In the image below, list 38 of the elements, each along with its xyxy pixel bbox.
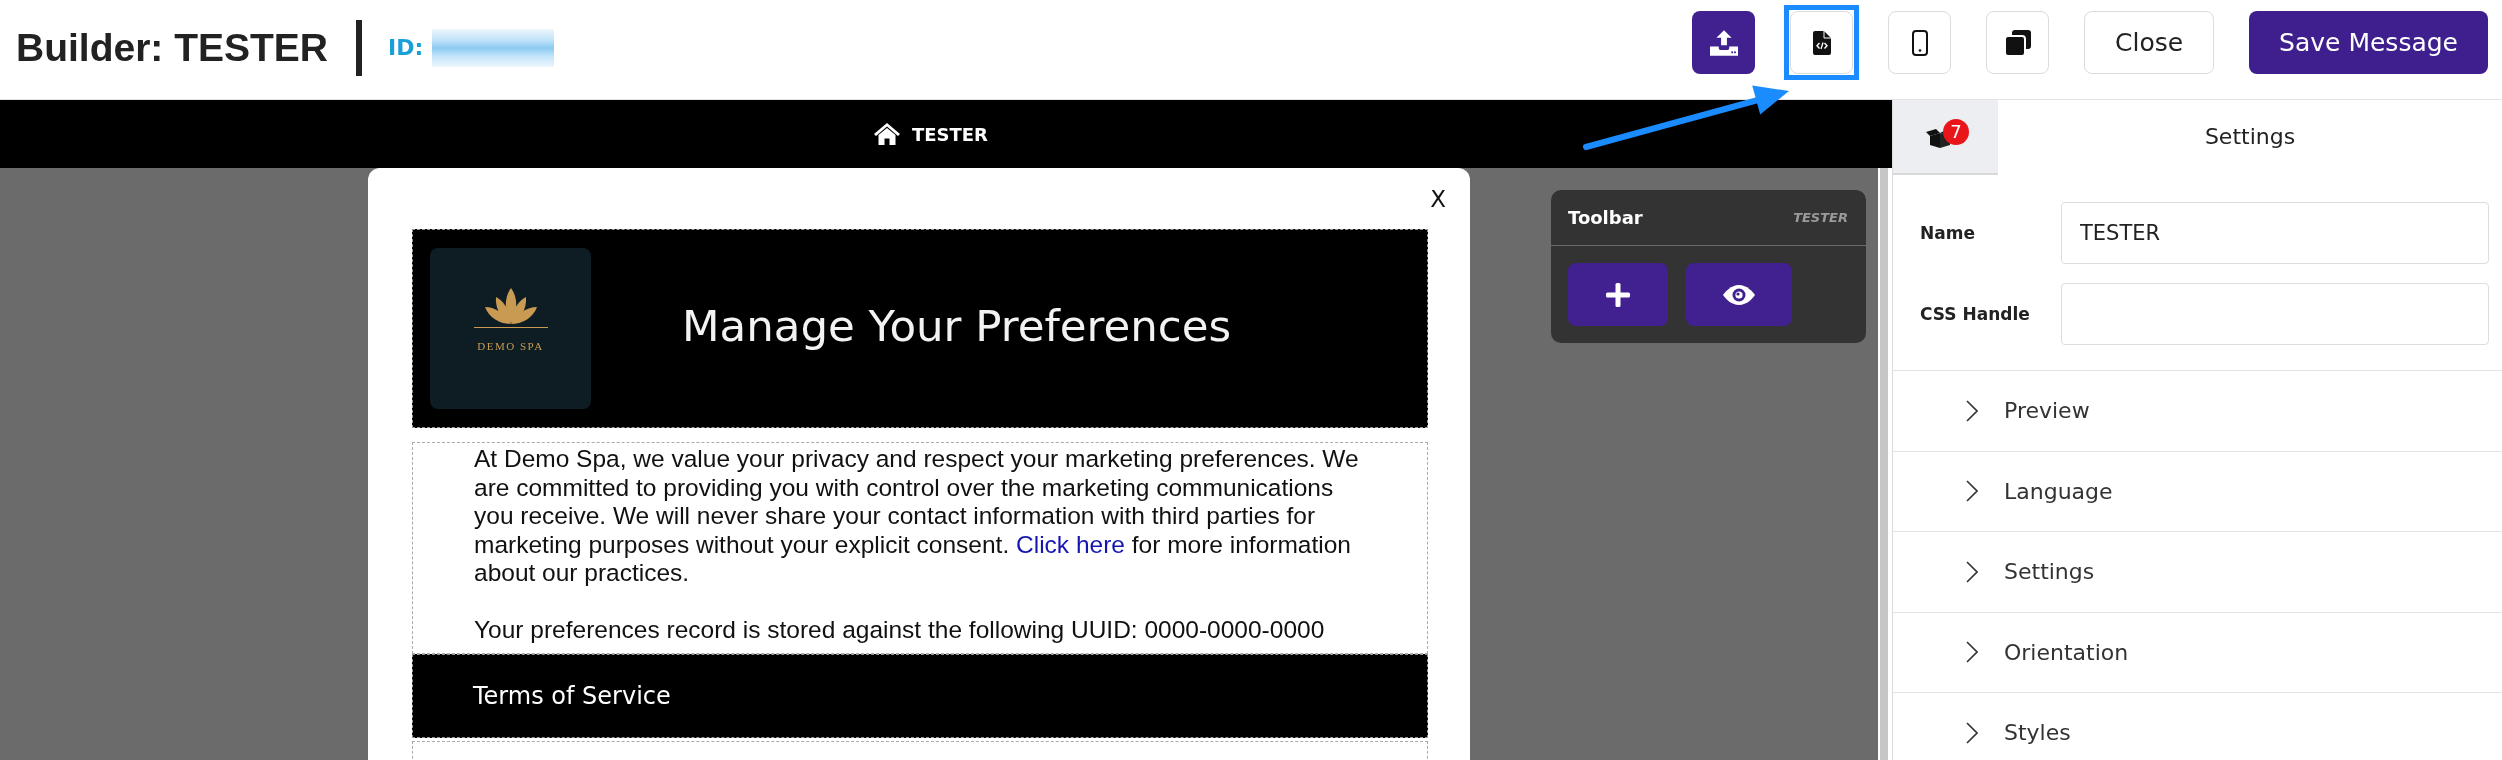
accordion-header[interactable]: Settings — [1893, 532, 2502, 613]
page-title: Builder: TESTER — [16, 25, 329, 70]
components-tab[interactable]: 7 — [1893, 100, 1998, 175]
close-button[interactable]: X — [1428, 185, 1448, 212]
home-icon — [874, 123, 900, 145]
upload-button[interactable] — [1692, 11, 1755, 74]
code-file-icon — [1812, 30, 1831, 55]
id-label: ID: — [388, 35, 424, 60]
save-button[interactable]: Save Message — [2249, 11, 2488, 74]
accordion-header[interactable]: Orientation — [1893, 612, 2502, 693]
code-file-button[interactable] — [1790, 11, 1853, 74]
logo-text: DEMO SPA — [477, 340, 544, 352]
eye-icon — [1723, 284, 1755, 305]
banner-title: Manage Your Preferences — [682, 300, 1232, 351]
phone-button[interactable] — [1888, 11, 1951, 74]
accordion-header[interactable]: Styles — [1893, 693, 2502, 760]
field-label: CSS Handle — [1920, 304, 2031, 324]
close-button[interactable]: Close — [2084, 11, 2215, 74]
copy-button[interactable] — [1986, 11, 2049, 74]
click-here-link[interactable]: Click here — [1016, 530, 1125, 558]
add-button[interactable] — [1568, 263, 1668, 326]
stacked-windows-icon — [2004, 29, 2031, 56]
toolbar-context: TESTER — [1793, 210, 1848, 225]
uuid-text: Your preferences record is stored against the following UUID: 0000-0000-0000 — [474, 616, 1326, 645]
upload-icon — [1709, 29, 1738, 56]
phone-icon — [1911, 29, 1928, 56]
preview-title: TESTER — [912, 123, 988, 145]
intro-paragraph: At Demo Spa, we value your privacy and respect your marketing preferences. We are committed to providing you with control over the marketing communications you receive. We will never share your contact information with third parties for marketing purposes without your explicit consent. Click here for more information about our practices. — [474, 445, 1360, 588]
preview-button[interactable] — [1686, 263, 1792, 326]
toolbar-title: Toolbar — [1568, 207, 1643, 228]
accordion-header[interactable]: Language — [1893, 451, 2502, 532]
section-title: Terms of Service — [473, 681, 671, 710]
plus-icon — [1606, 282, 1630, 307]
text-input[interactable] — [2061, 283, 2489, 345]
count-badge: 7 — [1943, 119, 1969, 145]
accordion-header[interactable]: Preview — [1893, 371, 2502, 452]
text-input[interactable]: TESTER — [2061, 202, 2489, 264]
field-label: Name — [1920, 223, 1976, 243]
